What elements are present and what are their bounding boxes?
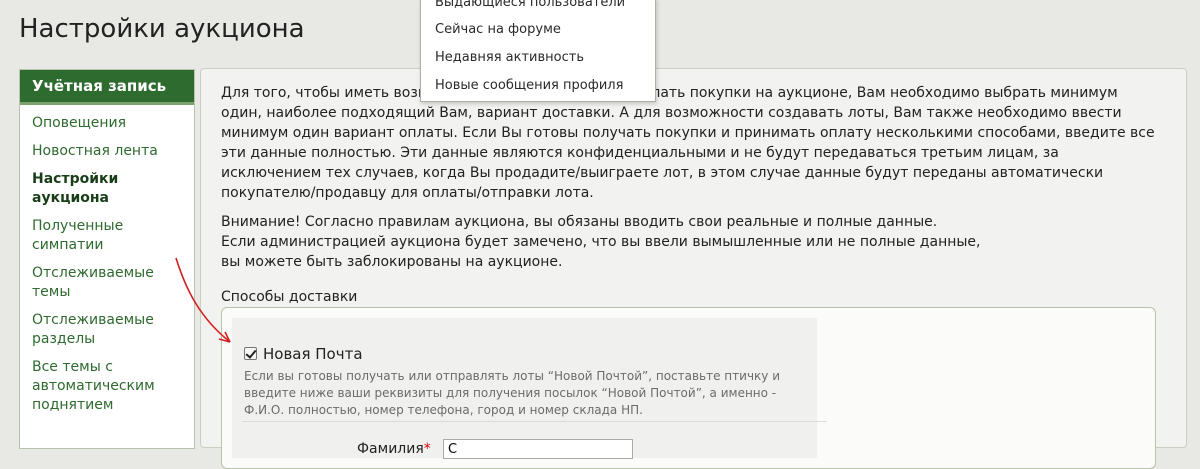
nova-poshta-label[interactable]: Новая Почта [263,345,363,363]
sidebar-item-news-feed[interactable]: Новостная лента [20,138,194,166]
surname-label: Фамилия* [357,441,431,457]
sidebar-item-notifications[interactable]: Оповещения [20,105,194,138]
intro-text: Для того, чтобы иметь возможность продав… [221,85,1155,201]
menu-item-notable-members[interactable]: Выдающиеся пользователи [435,0,625,10]
menu-item-online-now[interactable]: Сейчас на форуме [435,22,561,37]
auction-settings-panel: Для того, чтобы иметь возможность продав… [200,68,1187,469]
page-title: Настройки аукциона [19,14,305,44]
menu-item-recent-activity[interactable]: Недавняя активность [435,50,584,65]
nova-poshta-block: Новая Почта Если вы готовы получать или … [232,318,827,459]
surname-input[interactable] [443,439,633,459]
members-dropdown-menu: Выдающиеся пользователи Сейчас на форуме… [420,0,656,102]
delivery-section-label: Способы доставки [221,289,358,305]
delivery-methods-box: Новая Почта Если вы готовы получать или … [221,307,1156,469]
divider [242,421,827,422]
warning-line: вы можете быть заблокированы на аукционе… [221,254,563,270]
required-mark: * [423,441,431,457]
surname-label-text: Фамилия [357,441,424,457]
warning-line: Если администрацией аукциона будет замеч… [221,234,981,250]
nova-poshta-description: Если вы готовы получать или отправлять л… [244,369,780,417]
nova-poshta-checkbox[interactable] [244,347,257,360]
sidebar-header: Учётная запись [20,70,194,105]
warning-line: Внимание! Согласно правилам аукциона, вы… [221,214,938,230]
annotation-arrow-icon [175,257,231,343]
warning-text: Внимание! Согласно правилам аукциона, вы… [221,212,1121,272]
menu-item-new-profile-posts[interactable]: Новые сообщения профиля [435,78,623,93]
sidebar-item-auction-settings[interactable]: Настройки аукциона [20,166,194,213]
sidebar-item-auto-bumped-threads[interactable]: Все темы с автоматическим поднятием [20,354,194,420]
